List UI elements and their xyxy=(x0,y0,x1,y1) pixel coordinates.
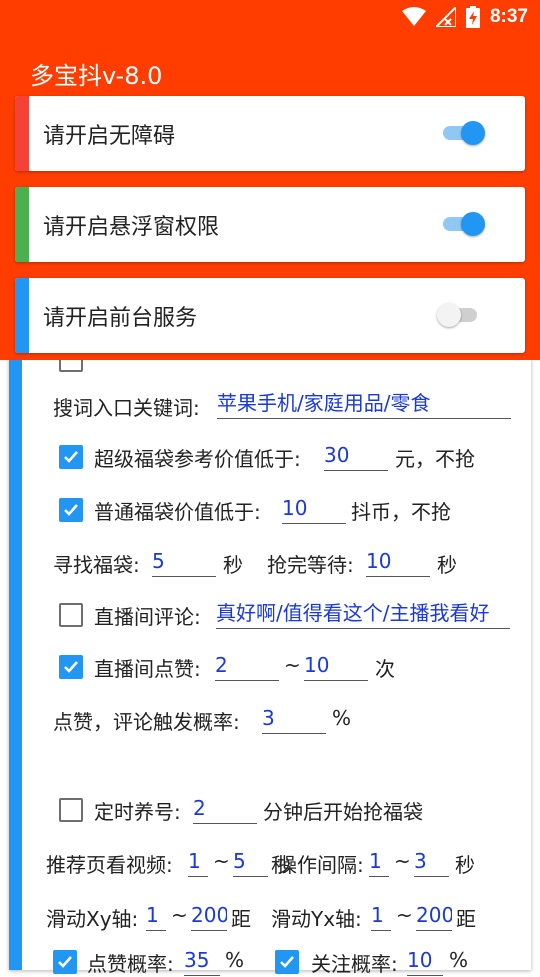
permission-card-overlay[interactable]: 请开启悬浮窗权限 xyxy=(15,187,525,262)
super-bag-checkbox[interactable] xyxy=(59,445,83,469)
trigger-prob-unit: % xyxy=(332,706,352,730)
slide-xy-tilde: ~ xyxy=(171,903,188,927)
comment-label: 直播间评论: xyxy=(94,605,201,629)
card-stripe xyxy=(15,96,29,171)
timer-label: 定时养号: xyxy=(94,800,181,824)
permission-card-foreground-service[interactable]: 请开启前台服务 xyxy=(15,278,525,353)
no-signal-icon xyxy=(435,7,456,27)
slide-yx-label: 滑动Yx轴: xyxy=(271,907,362,931)
normal-bag-label: 普通福袋价值低于: xyxy=(94,500,261,524)
follow-prob-label: 关注概率: xyxy=(311,952,398,976)
slide-yx-min-input[interactable]: 1 xyxy=(371,902,391,931)
interval-label: 操作间隔: xyxy=(277,853,364,877)
foreground-service-toggle[interactable] xyxy=(437,303,483,327)
comment-checkbox[interactable] xyxy=(59,603,83,627)
card-stripe xyxy=(15,278,29,353)
overlay-toggle[interactable] xyxy=(439,212,485,236)
interval-tilde: ~ xyxy=(394,849,411,873)
like-prob-input[interactable]: 35 xyxy=(184,947,220,976)
permission-label: 请开启悬浮窗权限 xyxy=(43,215,220,240)
card-stripe xyxy=(15,187,29,262)
like-unit: 次 xyxy=(375,657,395,681)
trigger-prob-label: 点赞，评论触发概率: xyxy=(53,710,240,734)
video-min-input[interactable]: 1 xyxy=(188,848,208,877)
keyword-input[interactable]: 苹果手机/家庭用品/零食 xyxy=(217,390,511,419)
permission-label: 请开启无障碍 xyxy=(43,124,176,149)
wait-unit: 秒 xyxy=(437,553,457,577)
settings-panel: 搜词入口关键词: 苹果手机/家庭用品/零食 超级福袋参考价值低于: 30 元，不… xyxy=(9,330,531,976)
slide-yx-tilde: ~ xyxy=(396,903,413,927)
permission-label: 请开启前台服务 xyxy=(43,306,198,331)
slide-xy-label: 滑动Xy轴: xyxy=(46,907,139,931)
timer-input[interactable]: 2 xyxy=(193,795,257,824)
follow-prob-checkbox[interactable] xyxy=(275,950,299,974)
super-bag-label: 超级福袋参考价值低于: xyxy=(94,447,301,471)
slide-yx-unit: 距 xyxy=(456,907,476,931)
timer-checkbox[interactable] xyxy=(59,798,83,822)
like-tilde: ~ xyxy=(284,653,301,677)
like-label: 直播间点赞: xyxy=(94,657,201,681)
app-header: 多宝抖v-8.0 请开启无障碍 请开启悬浮窗权限 请开启前台服务 xyxy=(0,36,540,360)
permission-card-accessibility[interactable]: 请开启无障碍 xyxy=(15,96,525,171)
slide-yx-max-input[interactable]: 200 xyxy=(416,902,452,931)
trigger-prob-input[interactable]: 3 xyxy=(262,705,326,734)
normal-bag-value-input[interactable]: 10 xyxy=(282,495,346,524)
find-bag-unit: 秒 xyxy=(223,553,243,577)
follow-prob-unit: % xyxy=(449,948,469,972)
normal-bag-checkbox[interactable] xyxy=(59,498,83,522)
interval-max-input[interactable]: 3 xyxy=(414,848,449,877)
like-checkbox[interactable] xyxy=(59,655,83,679)
interval-unit: 秒 xyxy=(455,853,475,877)
accessibility-toggle[interactable] xyxy=(439,121,485,145)
keyword-label: 搜词入口关键词: xyxy=(53,396,200,420)
wait-label: 抢完等待: xyxy=(267,553,354,577)
wait-input[interactable]: 10 xyxy=(366,548,430,577)
super-bag-value-input[interactable]: 30 xyxy=(324,442,388,471)
app-title: 多宝抖v-8.0 xyxy=(30,62,163,90)
clock-time: 8:37 xyxy=(489,6,528,27)
video-label: 推荐页看视频: xyxy=(46,853,173,877)
battery-charging-icon xyxy=(465,6,480,28)
super-bag-suffix: 元，不抢 xyxy=(395,447,475,471)
find-bag-label: 寻找福袋: xyxy=(53,553,140,577)
like-prob-label: 点赞概率: xyxy=(87,952,174,976)
timer-suffix: 分钟后开始抢福袋 xyxy=(263,800,423,824)
interval-min-input[interactable]: 1 xyxy=(369,848,389,877)
like-min-input[interactable]: 2 xyxy=(215,652,279,681)
status-bar: 8:37 xyxy=(0,0,540,36)
slide-xy-unit: 距 xyxy=(231,907,251,931)
video-max-input[interactable]: 5 xyxy=(233,848,268,877)
follow-prob-input[interactable]: 10 xyxy=(407,947,443,976)
video-tilde: ~ xyxy=(213,849,230,873)
slide-xy-min-input[interactable]: 1 xyxy=(146,902,166,931)
like-max-input[interactable]: 10 xyxy=(304,652,368,681)
panel-stripe xyxy=(9,330,22,970)
normal-bag-suffix: 抖币，不抢 xyxy=(351,500,451,524)
wifi-icon xyxy=(401,7,426,26)
find-bag-input[interactable]: 5 xyxy=(152,548,216,577)
slide-xy-max-input[interactable]: 200 xyxy=(191,902,227,931)
like-prob-unit: % xyxy=(225,948,245,972)
comment-input[interactable]: 真好啊/值得看这个/主播我看好 xyxy=(216,600,510,629)
like-prob-checkbox[interactable] xyxy=(53,950,77,974)
